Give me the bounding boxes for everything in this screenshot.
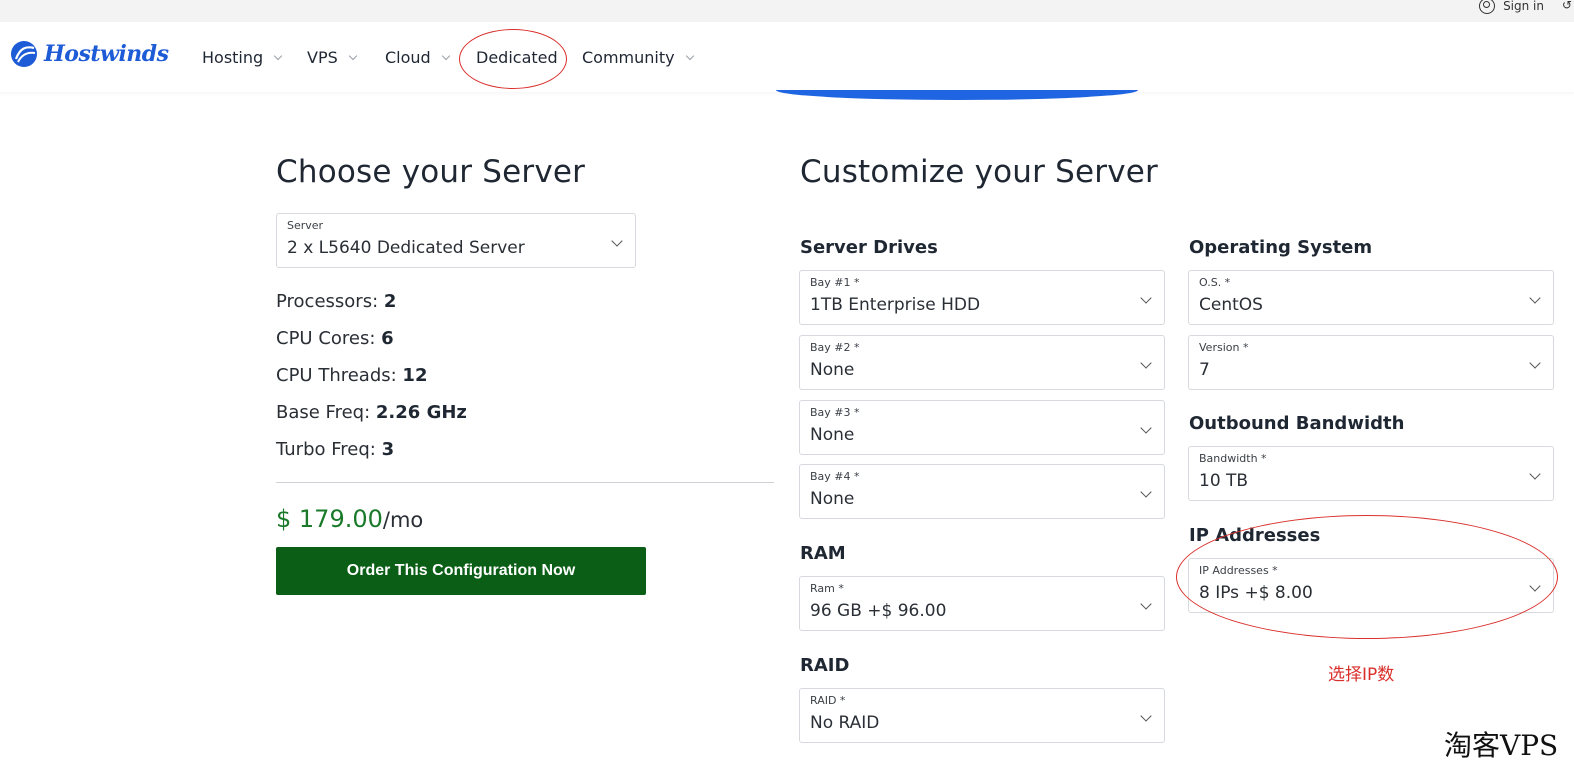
- server-select-label: Server: [287, 219, 324, 232]
- bay-3-select[interactable]: Bay #3 * None: [799, 400, 1165, 455]
- main-navigation: Hostwinds Hosting VPS Cloud Dedicated Co…: [0, 22, 1574, 92]
- chevron-down-icon: [1140, 357, 1152, 369]
- ram-label: Ram *: [810, 582, 844, 595]
- bay-3-label: Bay #3 *: [810, 406, 860, 419]
- nav-cloud-label: Cloud: [385, 48, 431, 67]
- os-select[interactable]: O.S. * CentOS: [1188, 270, 1554, 325]
- top-utility-bar: [0, 0, 1574, 22]
- bay-2-value: None: [810, 360, 855, 380]
- divider: [276, 482, 774, 483]
- outbound-bandwidth-heading: Outbound Bandwidth: [1189, 413, 1405, 434]
- chevron-down-icon: [1529, 357, 1541, 369]
- price-period: /mo: [382, 508, 424, 532]
- dedicated-highlight-circle: [459, 29, 567, 89]
- ram-value: 96 GB +$ 96.00: [810, 601, 947, 621]
- chevron-down-icon: [611, 235, 623, 247]
- chevron-down-icon: [1140, 292, 1152, 304]
- nav-community-label: Community: [582, 48, 675, 67]
- chevron-down-icon: [1140, 598, 1152, 610]
- user-icon: [1479, 0, 1496, 14]
- bay-1-label: Bay #1 *: [810, 276, 860, 289]
- spec-turbo-freq: Turbo Freq: 3: [276, 439, 395, 460]
- choose-server-title: Choose your Server: [276, 154, 586, 190]
- server-select[interactable]: Server 2 x L5640 Dedicated Server: [276, 213, 636, 268]
- sign-in-link[interactable]: Sign in: [1479, 0, 1544, 14]
- spec-cpu-cores: CPU Cores: 6: [276, 328, 394, 349]
- spec-processors: Processors: 2: [276, 291, 397, 312]
- bay-4-select[interactable]: Bay #4 * None: [799, 464, 1165, 519]
- bay-1-value: 1TB Enterprise HDD: [810, 295, 981, 315]
- bay-4-value: None: [810, 489, 855, 509]
- chevron-down-icon: [348, 51, 357, 60]
- bandwidth-value: 10 TB: [1199, 471, 1249, 491]
- bay-2-label: Bay #2 *: [810, 341, 860, 354]
- os-value: CentOS: [1199, 295, 1263, 315]
- chevron-down-icon: [1140, 486, 1152, 498]
- bay-1-select[interactable]: Bay #1 * 1TB Enterprise HDD: [799, 270, 1165, 325]
- chevron-down-icon: [1529, 468, 1541, 480]
- os-version-value: 7: [1199, 360, 1210, 380]
- hostwinds-logo-icon: [11, 41, 37, 67]
- price-amount: $ 179.00: [276, 505, 383, 533]
- spec-base-freq: Base Freq: 2.26 GHz: [276, 402, 467, 423]
- sign-in-label: Sign in: [1503, 0, 1544, 13]
- nav-cloud[interactable]: Cloud: [385, 48, 450, 67]
- watermark: 淘客VPS: [1444, 729, 1559, 762]
- server-drives-heading: Server Drives: [800, 237, 938, 258]
- chevron-down-icon: [1529, 292, 1541, 304]
- annotation-select-ip-count: 选择IP数: [1328, 665, 1395, 685]
- chevron-down-icon: [441, 51, 450, 60]
- os-version-select[interactable]: Version * 7: [1188, 335, 1554, 390]
- nav-hosting[interactable]: Hosting: [202, 48, 283, 67]
- bay-2-select[interactable]: Bay #2 * None: [799, 335, 1165, 390]
- chevron-down-icon: [1140, 422, 1152, 434]
- nav-community[interactable]: Community: [582, 48, 694, 67]
- os-version-label: Version *: [1199, 341, 1249, 354]
- bay-4-label: Bay #4 *: [810, 470, 860, 483]
- chevron-down-icon: [1140, 710, 1152, 722]
- ram-select[interactable]: Ram * 96 GB +$ 96.00: [799, 576, 1165, 631]
- spec-cpu-threads: CPU Threads: 12: [276, 365, 428, 386]
- share-icon[interactable]: ↺: [1562, 0, 1572, 12]
- brand-name: Hostwinds: [44, 41, 169, 67]
- raid-heading: RAID: [800, 655, 850, 676]
- os-label: O.S. *: [1199, 276, 1231, 289]
- bandwidth-label: Bandwidth *: [1199, 452, 1267, 465]
- raid-select[interactable]: RAID * No RAID: [799, 688, 1165, 743]
- chevron-down-icon: [273, 51, 283, 60]
- operating-system-heading: Operating System: [1189, 237, 1373, 258]
- hero-arc-decoration: [776, 90, 1138, 100]
- bay-3-value: None: [810, 425, 855, 445]
- nav-vps-label: VPS: [307, 48, 338, 67]
- raid-value: No RAID: [810, 713, 880, 733]
- monthly-price: $ 179.00/mo: [276, 505, 423, 533]
- hostwinds-logo[interactable]: Hostwinds: [10, 40, 169, 68]
- chevron-down-icon: [685, 51, 694, 60]
- order-configuration-button[interactable]: Order This Configuration Now: [276, 547, 646, 595]
- raid-label: RAID *: [810, 694, 846, 707]
- ip-highlight-circle: [1176, 515, 1558, 639]
- customize-server-title: Customize your Server: [800, 154, 1158, 190]
- ram-heading: RAM: [800, 543, 846, 564]
- nav-hosting-label: Hosting: [202, 48, 264, 67]
- nav-vps[interactable]: VPS: [307, 48, 357, 67]
- server-select-value: 2 x L5640 Dedicated Server: [287, 238, 525, 258]
- bandwidth-select[interactable]: Bandwidth * 10 TB: [1188, 446, 1554, 501]
